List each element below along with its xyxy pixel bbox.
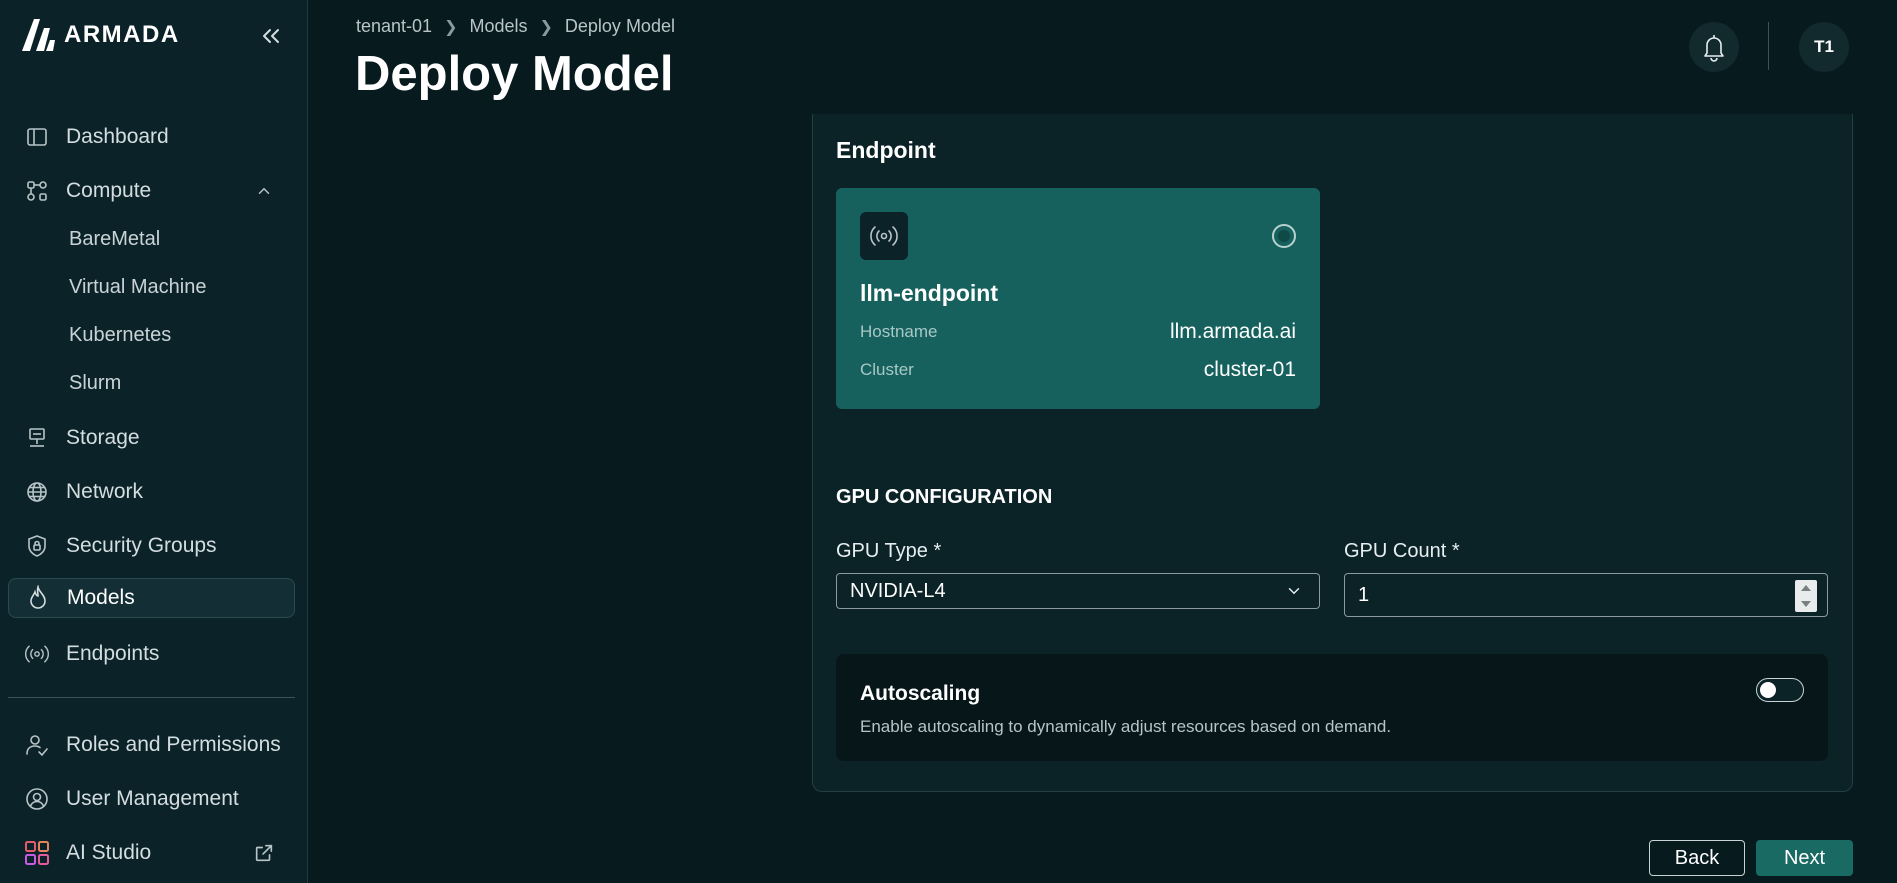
armada-logo-icon xyxy=(22,19,55,51)
sidebar-item-label: Dashboard xyxy=(66,125,169,148)
external-link-icon[interactable] xyxy=(253,842,275,864)
shield-lock-icon xyxy=(24,533,50,559)
endpoint-radio[interactable] xyxy=(1272,224,1296,248)
broadcast-icon xyxy=(860,212,908,260)
breadcrumb-models[interactable]: Models xyxy=(469,16,527,37)
breadcrumb: tenant-01 ❯ Models ❯ Deploy Model xyxy=(356,16,675,37)
header-divider xyxy=(1768,22,1769,70)
sidebar-item-label: Network xyxy=(66,480,144,503)
next-button[interactable]: Next xyxy=(1756,840,1853,876)
gpu-count-value: 1 xyxy=(1358,583,1370,606)
quantity-stepper[interactable] xyxy=(1795,580,1817,612)
compute-icon xyxy=(24,178,50,204)
sidebar-subitem-virtual-machine[interactable]: Virtual Machine xyxy=(69,270,206,304)
autoscaling-toggle[interactable] xyxy=(1756,678,1804,702)
sidebar-item-endpoints[interactable]: Endpoints xyxy=(8,634,295,674)
sidebar-item-compute[interactable]: Compute xyxy=(8,171,295,211)
globe-icon xyxy=(24,479,50,505)
notifications-button[interactable] xyxy=(1689,22,1739,72)
sidebar-item-network[interactable]: Network xyxy=(8,472,295,512)
gpu-count-input[interactable]: 1 xyxy=(1344,573,1828,617)
sidebar-item-storage[interactable]: Storage xyxy=(8,418,295,458)
flame-icon xyxy=(25,585,51,611)
page-title: Deploy Model xyxy=(355,47,674,101)
sidebar-item-label: Roles and Permissions xyxy=(66,733,281,756)
broadcast-icon xyxy=(24,641,50,667)
sidebar-item-roles-permissions[interactable]: Roles and Permissions xyxy=(8,725,295,765)
brand-name: ARMADA xyxy=(64,21,180,48)
dashboard-icon xyxy=(24,124,50,150)
chevron-down-icon xyxy=(1288,588,1300,595)
bell-icon xyxy=(1704,35,1724,62)
gpu-type-select[interactable]: NVIDIA-L4 xyxy=(836,573,1320,609)
sidebar-item-label: Compute xyxy=(66,179,152,202)
sidebar-item-ai-studio[interactable]: AI Studio xyxy=(8,833,295,873)
collapse-sidebar-button[interactable] xyxy=(255,20,287,52)
sidebar-item-label: AI Studio xyxy=(66,841,152,864)
cluster-label: Cluster xyxy=(860,360,914,379)
storage-icon xyxy=(24,425,50,451)
breadcrumb-current: Deploy Model xyxy=(564,16,675,36)
sidebar-item-models[interactable]: Models xyxy=(8,578,295,618)
users-check-icon xyxy=(24,732,50,758)
sidebar-subitem-slurm[interactable]: Slurm xyxy=(69,366,121,400)
sidebar-divider xyxy=(8,697,295,698)
gpu-count-label: GPU Count * xyxy=(1344,540,1460,562)
stepper-down-icon[interactable] xyxy=(1800,600,1812,608)
chevron-right-icon: ❯ xyxy=(539,18,553,36)
hostname-value: llm.armada.ai xyxy=(1169,320,1296,343)
sidebar-item-label: User Management xyxy=(66,787,239,810)
chevrons-left-icon xyxy=(263,29,279,43)
grid-icon xyxy=(24,840,50,866)
sidebar: ARMADA Dashboard Compute BareMetal Virtu… xyxy=(0,0,308,883)
avatar[interactable]: T1 xyxy=(1799,22,1849,72)
stepper-up-icon[interactable] xyxy=(1800,584,1812,592)
autoscaling-description: Enable autoscaling to dynamically adjust… xyxy=(860,717,1392,736)
chevron-up-icon[interactable] xyxy=(255,182,273,200)
brand-logo[interactable]: ARMADA xyxy=(20,18,180,52)
sidebar-item-label: Storage xyxy=(66,426,140,449)
sidebar-item-user-management[interactable]: User Management xyxy=(8,779,295,819)
chevron-right-icon: ❯ xyxy=(444,18,458,36)
cluster-value: cluster-01 xyxy=(1203,358,1296,381)
sidebar-item-label: Models xyxy=(67,586,135,609)
gpu-type-value: NVIDIA-L4 xyxy=(850,579,946,602)
sidebar-item-security-groups[interactable]: Security Groups xyxy=(8,526,295,566)
user-settings-icon xyxy=(24,786,50,812)
endpoint-name: llm-endpoint xyxy=(860,280,998,306)
endpoint-hostname-row: Hostname llm.armada.ai xyxy=(860,320,1296,344)
sidebar-subitem-kubernetes[interactable]: Kubernetes xyxy=(69,318,171,352)
endpoint-cluster-row: Cluster cluster-01 xyxy=(860,358,1296,382)
gpu-type-label: GPU Type * xyxy=(836,540,942,562)
autoscaling-title: Autoscaling xyxy=(860,682,981,705)
breadcrumb-tenant[interactable]: tenant-01 xyxy=(356,16,432,37)
endpoint-section-title: Endpoint xyxy=(836,137,936,163)
sidebar-subitem-baremetal[interactable]: BareMetal xyxy=(69,222,160,256)
back-button[interactable]: Back xyxy=(1649,840,1745,876)
hostname-label: Hostname xyxy=(860,322,938,341)
sidebar-item-label: Security Groups xyxy=(66,534,217,557)
sidebar-item-dashboard[interactable]: Dashboard xyxy=(8,117,295,157)
sidebar-item-label: Endpoints xyxy=(66,642,160,665)
endpoint-card[interactable]: llm-endpoint Hostname llm.armada.ai Clus… xyxy=(836,188,1320,409)
autoscaling-panel: Autoscaling Enable autoscaling to dynami… xyxy=(836,654,1828,761)
gpu-configuration-title: GPU CONFIGURATION xyxy=(836,486,1053,508)
